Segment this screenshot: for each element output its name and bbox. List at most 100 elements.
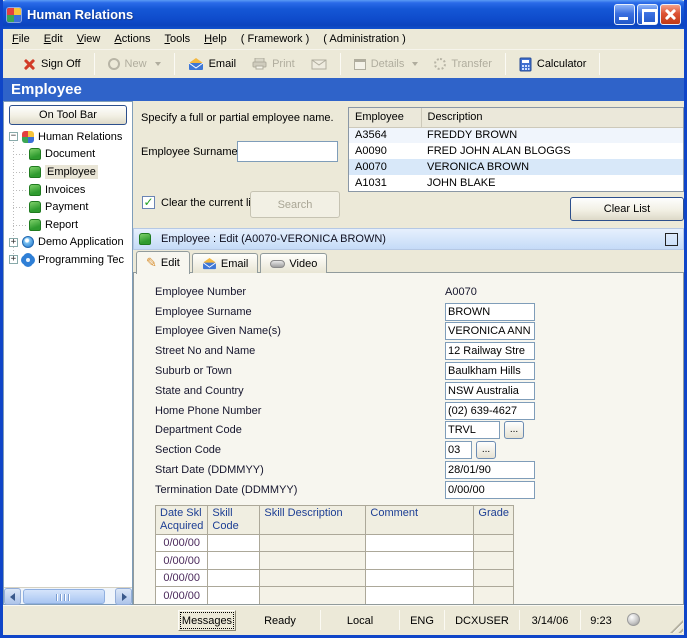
panel-maximize-icon[interactable]: [665, 233, 678, 246]
menu-file[interactable]: File: [5, 30, 37, 48]
minimize-button[interactable]: [614, 4, 635, 25]
component-icon: [29, 166, 41, 178]
employee-edit-panel: Employee : Edit (A0070-VERONICA BROWN) ✎…: [133, 228, 684, 605]
home-phone-field[interactable]: [445, 402, 535, 420]
resize-grip[interactable]: [670, 620, 683, 633]
surname-field[interactable]: [445, 303, 535, 321]
tree-item-report[interactable]: Report: [4, 216, 132, 234]
tree-item-human-relations[interactable]: − Human Relations: [4, 128, 132, 146]
comment-cell[interactable]: [366, 587, 474, 605]
state-country-field[interactable]: [445, 382, 535, 400]
menu-help[interactable]: Help: [197, 30, 234, 48]
suburb-field[interactable]: [445, 362, 535, 380]
messages-button[interactable]: Messages: [178, 610, 236, 631]
tree-item-invoices[interactable]: Invoices: [4, 181, 132, 199]
menu-framework[interactable]: ( Framework ): [234, 30, 316, 48]
menu-actions[interactable]: Actions: [107, 30, 157, 48]
comment-cell[interactable]: [366, 534, 474, 552]
department-code-field[interactable]: [445, 421, 500, 439]
clear-list-button[interactable]: Clear List: [570, 197, 684, 221]
expand-icon[interactable]: +: [9, 255, 18, 264]
component-icon: [29, 184, 41, 196]
tab-edit[interactable]: ✎ Edit: [136, 251, 190, 274]
expand-icon[interactable]: +: [9, 238, 18, 247]
field-label: Department Code: [155, 424, 445, 436]
tab-video[interactable]: Video: [260, 253, 327, 273]
component-icon: [29, 201, 41, 213]
field-label: Home Phone Number: [155, 405, 445, 417]
tree-item-document[interactable]: Document: [4, 146, 132, 164]
section-code-field[interactable]: [445, 441, 472, 459]
panel-title: Employee : Edit (A0070-VERONICA BROWN): [161, 233, 386, 245]
skills-col-grade: Grade: [474, 505, 514, 534]
scroll-left-arrow-icon[interactable]: [4, 588, 21, 605]
details-dropdown-arrow-icon: [412, 62, 418, 66]
tab-email[interactable]: Email: [192, 253, 259, 273]
comment-cell[interactable]: [366, 569, 474, 587]
maximize-button[interactable]: [637, 4, 658, 25]
scrollbar-thumb[interactable]: [23, 589, 105, 604]
termination-date-field[interactable]: [445, 481, 535, 499]
employee-row[interactable]: A1031 JOHN BLAKE: [349, 175, 683, 191]
collapse-icon[interactable]: −: [9, 132, 18, 141]
section-browse-button[interactable]: ...: [476, 441, 496, 459]
navigation-tree: − Human Relations Document Employee Invo…: [4, 128, 132, 269]
on-tool-bar-button[interactable]: On Tool Bar: [9, 105, 127, 125]
clear-list-checkbox[interactable]: ✓: [142, 196, 155, 209]
date-acquired-cell[interactable]: 0/00/00: [156, 587, 208, 605]
employee-row[interactable]: A3564 FREDDY BROWN: [349, 127, 683, 143]
scroll-right-arrow-icon[interactable]: [115, 588, 132, 605]
skill-code-cell[interactable]: [208, 534, 260, 552]
component-icon: [29, 148, 41, 160]
menu-edit[interactable]: Edit: [37, 30, 70, 48]
status-separator: [580, 610, 581, 630]
comment-cell[interactable]: [366, 552, 474, 570]
field-label: Start Date (DDMMYY): [155, 464, 445, 476]
date-acquired-cell[interactable]: 0/00/00: [156, 534, 208, 552]
employee-column-header[interactable]: Employee: [349, 108, 421, 127]
field-label: Termination Date (DDMMYY): [155, 484, 445, 496]
sidebar-horizontal-scrollbar[interactable]: [4, 587, 132, 604]
tree-item-demo-application[interactable]: + Demo Application: [4, 234, 132, 252]
close-button[interactable]: [660, 4, 681, 25]
date-acquired-cell[interactable]: 0/00/00: [156, 569, 208, 587]
grade-cell: [474, 552, 514, 570]
employee-row[interactable]: A0090 FRED JOHN ALAN BLOGGS: [349, 143, 683, 159]
calculator-button[interactable]: Calculator: [511, 52, 595, 76]
street-field[interactable]: [445, 342, 535, 360]
toolbar-separator: [94, 53, 95, 75]
skill-code-cell[interactable]: [208, 587, 260, 605]
search-button: Search: [250, 191, 340, 218]
title-bar: Human Relations: [0, 0, 687, 29]
date-acquired-cell[interactable]: 0/00/00: [156, 552, 208, 570]
page-header: Employee: [3, 78, 684, 101]
surname-label: Employee Surname: [141, 146, 238, 158]
details-icon: [354, 59, 366, 70]
skill-code-cell[interactable]: [208, 569, 260, 587]
email-button[interactable]: Email: [180, 52, 245, 76]
transfer-button: Transfer: [426, 52, 500, 76]
video-icon: [270, 260, 285, 268]
description-column-header[interactable]: Description: [421, 108, 683, 127]
tab-strip: ✎ Edit Email Video: [133, 250, 684, 273]
grade-cell: [474, 569, 514, 587]
sign-off-button[interactable]: Sign Off: [15, 52, 89, 76]
menu-administration[interactable]: ( Administration ): [316, 30, 413, 48]
tree-item-employee[interactable]: Employee: [4, 163, 132, 181]
menu-tools[interactable]: Tools: [157, 30, 197, 48]
employee-row-selected[interactable]: A0070 VERONICA BROWN: [349, 159, 683, 175]
sidebar: On Tool Bar − Human Relations Document E…: [3, 101, 133, 605]
given-names-field[interactable]: [445, 322, 535, 340]
surname-input[interactable]: [237, 141, 338, 162]
menu-view[interactable]: View: [70, 30, 108, 48]
toolbar-separator: [505, 53, 506, 75]
department-browse-button[interactable]: ...: [504, 421, 524, 439]
tree-item-programming-techniques[interactable]: + Programming Tec: [4, 251, 132, 269]
field-label: Section Code: [155, 444, 445, 456]
start-date-field[interactable]: [445, 461, 535, 479]
transfer-icon: [434, 58, 446, 70]
component-icon: [29, 219, 41, 231]
tree-item-payment[interactable]: Payment: [4, 198, 132, 216]
skill-code-cell[interactable]: [208, 552, 260, 570]
field-label: Street No and Name: [155, 345, 445, 357]
